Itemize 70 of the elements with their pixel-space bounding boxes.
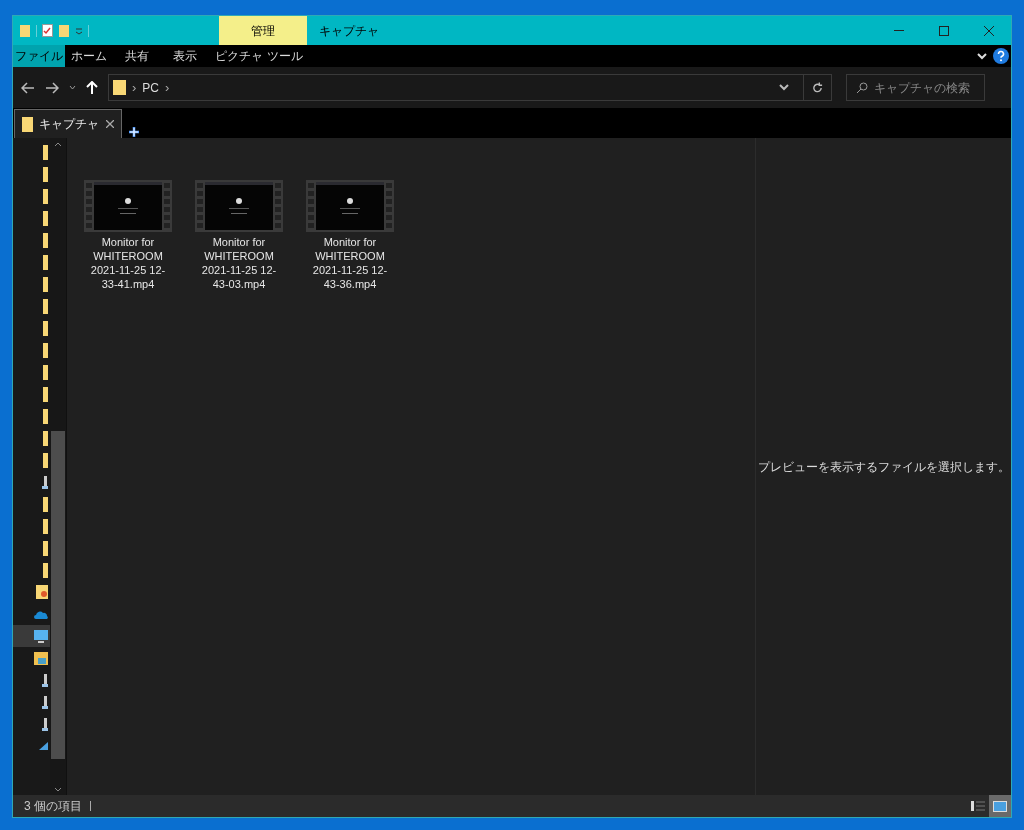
window-title: キャプチャ [318, 22, 380, 40]
folder-icon [43, 364, 48, 380]
folder-icon [43, 540, 48, 556]
breadcrumb[interactable]: PC [142, 78, 159, 97]
folder-icon [43, 276, 48, 292]
ribbon-tab[interactable]: 共有 [113, 45, 161, 67]
tab-label: キャプチャ [39, 116, 100, 133]
folder-icon [43, 254, 48, 270]
preview-message: プレビューを表示するファイルを選択します。 [757, 458, 1010, 476]
folder-icon [43, 518, 48, 534]
drive-icon [42, 475, 48, 489]
folder-icon [22, 116, 33, 132]
scroll-up-icon[interactable] [54, 142, 62, 147]
folder-tab[interactable]: キャプチャ [14, 109, 122, 138]
close-icon [983, 25, 994, 36]
folder-icon [34, 651, 48, 665]
maximize-icon [938, 25, 949, 36]
up-arrow-icon[interactable] [86, 81, 98, 94]
new-tab-icon[interactable] [128, 126, 140, 138]
file-name: Monitor for WHITEROOM 2021-11-25 12-33-41.mp4 [90, 235, 166, 291]
folder-icon [43, 232, 48, 248]
file-item[interactable]: Monitor for WHITEROOM 2021-11-25 12-33-41.mp4 [86, 179, 170, 292]
scrollbar-thumb[interactable] [51, 431, 65, 759]
drive-icon [42, 673, 48, 687]
ribbon-tab[interactable]: ピクチャ ツール [215, 45, 303, 67]
scroll-down-icon[interactable] [54, 787, 62, 792]
folder-icon [43, 166, 48, 182]
large-icons-view-icon [993, 800, 1007, 812]
back-arrow-icon[interactable] [21, 81, 35, 94]
minimize-icon [893, 30, 904, 31]
folder-icon [113, 80, 126, 95]
monitor-icon [34, 629, 48, 643]
address-bar[interactable]: › PC › [108, 74, 832, 101]
ribbon-tab[interactable]: ファイル [13, 45, 65, 67]
customize-icon[interactable] [75, 26, 83, 35]
folder-icon [43, 496, 48, 512]
ribbon-tab[interactable]: ホーム [65, 45, 113, 67]
ribbon-tab[interactable]: 表示 [161, 45, 209, 67]
network-drive-icon [39, 742, 48, 750]
folder-icon [43, 562, 48, 578]
drive-icon [42, 695, 48, 709]
folder-icon [43, 210, 48, 226]
help-icon[interactable] [993, 48, 1009, 64]
search-icon [856, 82, 868, 94]
details-view-icon [971, 801, 985, 811]
forward-arrow-icon[interactable] [45, 81, 59, 94]
folder-icon [43, 452, 48, 468]
folder-icon [43, 342, 48, 358]
refresh-icon[interactable] [812, 81, 823, 94]
cloud-icon [34, 609, 48, 619]
file-name: Monitor for WHITEROOM 2021-11-25 12-43-03.mp4 [201, 235, 277, 291]
close-icon[interactable] [106, 120, 114, 128]
chevron-down-icon[interactable] [779, 84, 789, 91]
drive-icon [42, 717, 48, 731]
breadcrumb-separator[interactable]: › [132, 77, 137, 98]
properties-icon[interactable] [42, 24, 53, 37]
folder-icon [43, 430, 48, 446]
folder-icon [43, 408, 48, 424]
item-count: 3 個の項目 [24, 798, 82, 815]
folder-icon [43, 386, 48, 402]
context-tab-header: 管理 [219, 16, 307, 45]
folder-icon [43, 320, 48, 336]
folder-icon [43, 188, 48, 204]
file-item[interactable]: Monitor for WHITEROOM 2021-11-25 12-43-03.mp4 [197, 179, 281, 292]
file-name: Monitor for WHITEROOM 2021-11-25 12-43-36.mp4 [312, 235, 388, 291]
search-field[interactable]: キャプチャの検索 [846, 74, 985, 101]
breadcrumb-separator[interactable]: › [165, 77, 170, 98]
folder-icon [43, 144, 48, 160]
file-item[interactable]: Monitor for WHITEROOM 2021-11-25 12-43-36.mp4 [308, 179, 392, 292]
folder-icon [43, 298, 48, 314]
